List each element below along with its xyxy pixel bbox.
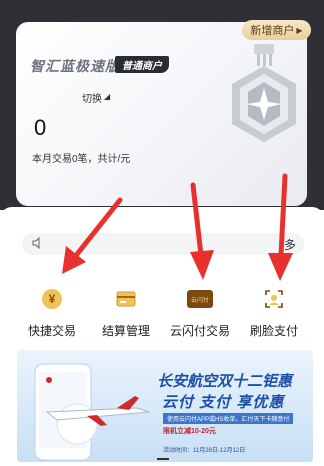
settlement-label: 结算管理 bbox=[101, 324, 150, 338]
monthly-summary: 本月交易0笔，共计/元 bbox=[32, 154, 131, 165]
quick-trade-button[interactable]: ¥ 快捷交易 bbox=[15, 284, 89, 339]
banner-subtitle: 云付 支付 享优惠 bbox=[162, 394, 285, 411]
quickpass-trade-button[interactable]: 云闪付 云闪付交易 bbox=[163, 284, 237, 339]
notice-bar[interactable] bbox=[22, 233, 304, 255]
card-icon bbox=[111, 284, 141, 314]
home-indicator bbox=[157, 458, 169, 460]
quickpass-icon: 云闪付 bbox=[185, 284, 215, 314]
add-merchant-label: 新增商户 bbox=[250, 25, 295, 37]
quick-trade-label: 快捷交易 bbox=[27, 324, 76, 338]
switch-merchant-button[interactable]: 切换 bbox=[82, 90, 102, 105]
quickpass-trade-label: 云闪付交易 bbox=[169, 324, 230, 338]
banner-date: 活动时间：11月28日-12月12日 bbox=[163, 448, 246, 454]
banner-title: 长安航空双十二钜惠 bbox=[157, 373, 293, 390]
promo-banner[interactable]: 长安航空双十二钜惠 云付 支付 享优惠 使用云闪付APP或HS收单，汇付天下卡随… bbox=[17, 350, 313, 462]
yen-coin-icon: ¥ bbox=[37, 284, 67, 314]
more-link[interactable]: 多 bbox=[284, 236, 296, 253]
add-merchant-button[interactable]: 新增商户 ▶ bbox=[242, 20, 311, 40]
speaker-icon bbox=[32, 237, 40, 249]
face-pay-button[interactable]: 刷脸支付 bbox=[237, 284, 311, 339]
merchant-type-badge: 普通商户 bbox=[115, 56, 169, 73]
caret-down-icon[interactable]: ◢ bbox=[104, 92, 110, 101]
product-title: 智汇蓝极速版 bbox=[30, 58, 120, 74]
chevron-right-icon: ▶ bbox=[296, 25, 303, 35]
banner-note: 使用云闪付APP或HS收单，汇付天下卡随意付 bbox=[163, 413, 294, 424]
banner-discount: 限机立减10-20元 bbox=[163, 428, 216, 435]
face-pay-label: 刷脸支付 bbox=[249, 324, 298, 338]
merchant-medal-icon bbox=[232, 44, 296, 142]
face-scan-icon bbox=[259, 284, 289, 314]
settlement-button[interactable]: 结算管理 bbox=[89, 284, 163, 339]
monthly-amount: 0 bbox=[34, 115, 47, 140]
